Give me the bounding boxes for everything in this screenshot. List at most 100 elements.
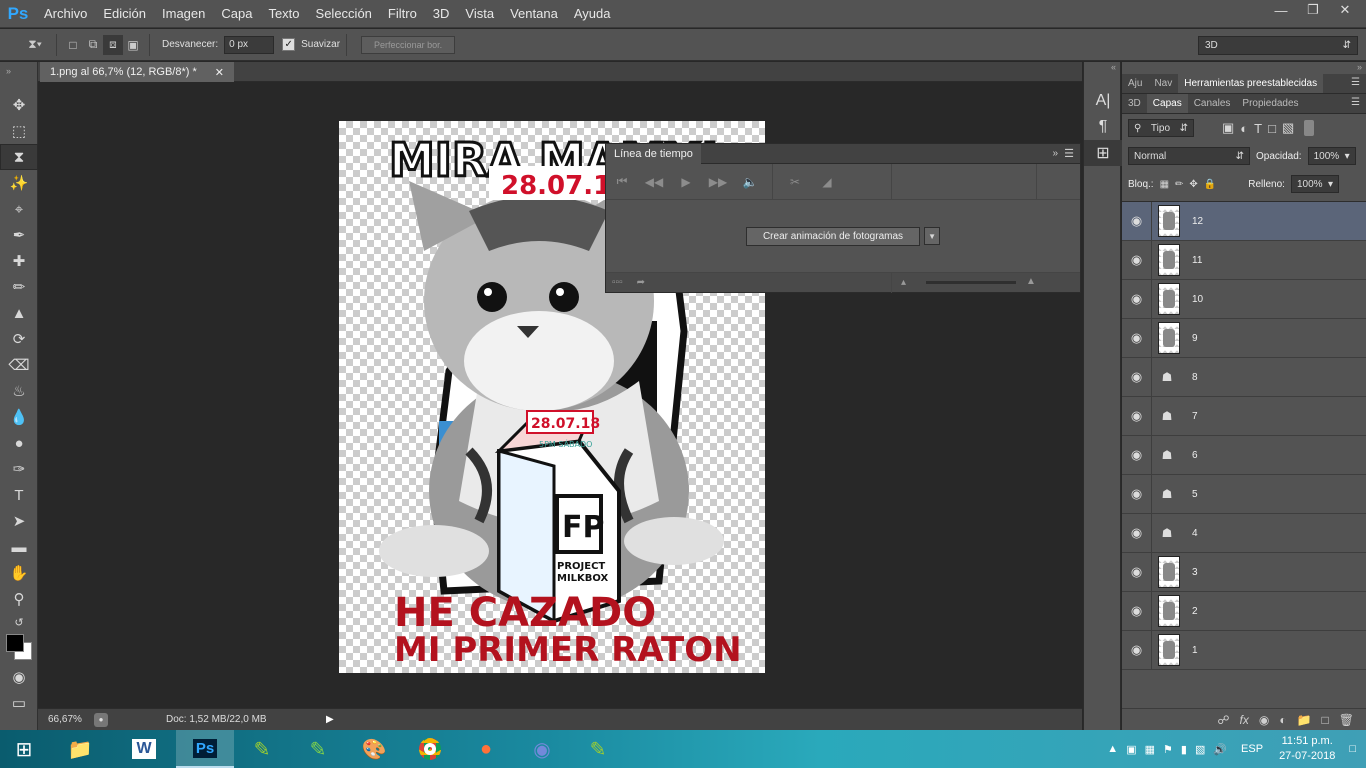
layer-filter-select[interactable]: ⚲ Tipo ⇵ xyxy=(1128,119,1194,137)
swap-colors-icon[interactable]: ↺ xyxy=(0,612,38,632)
tab-3d[interactable]: 3D xyxy=(1122,94,1147,113)
menu-item-7[interactable]: 3D xyxy=(425,0,458,28)
restore-icon[interactable]: ❐ xyxy=(1298,0,1328,20)
hand-tool-icon[interactable]: ✋ xyxy=(0,560,38,586)
visibility-eye-icon[interactable]: ◉ xyxy=(1122,435,1152,475)
paint-bucket-tool-icon[interactable]: ♨ xyxy=(0,378,38,404)
share-icon[interactable]: ● xyxy=(94,712,108,727)
brush-tool-icon[interactable]: ✏ xyxy=(0,274,38,300)
panel-menu-icon[interactable]: ☰ xyxy=(1351,97,1360,108)
corel-app-2-icon[interactable]: ✎ xyxy=(570,730,626,768)
menu-item-6[interactable]: Filtro xyxy=(380,0,425,28)
menu-item-4[interactable]: Texto xyxy=(260,0,307,28)
photoshop-taskbar-icon[interactable]: Ps xyxy=(176,730,234,768)
previous-frame-icon[interactable]: ◀◀ xyxy=(638,175,670,189)
menu-item-2[interactable]: Imagen xyxy=(154,0,213,28)
filter-pixel-icon[interactable]: ▣ xyxy=(1222,120,1234,136)
visibility-eye-icon[interactable]: ◉ xyxy=(1122,591,1152,631)
rectangle-tool-icon[interactable]: ▬ xyxy=(0,534,38,560)
language-indicator[interactable]: ESP xyxy=(1241,743,1263,755)
new-selection-icon[interactable]: □ xyxy=(63,35,83,55)
magic-wand-tool-icon[interactable]: ✨ xyxy=(0,170,38,196)
delete-layer-icon[interactable]: 🗑 xyxy=(1339,713,1354,727)
healing-brush-tool-icon[interactable]: ✚ xyxy=(0,248,38,274)
layer-row[interactable]: ◉ ☗ 5 xyxy=(1122,474,1366,514)
layer-row[interactable]: ◉ 3 xyxy=(1122,552,1366,592)
audio-icon[interactable]: 🔈 xyxy=(734,175,766,189)
tab-layers[interactable]: Capas xyxy=(1146,94,1188,113)
layer-row[interactable]: ◉ 10 xyxy=(1122,279,1366,319)
tab-properties[interactable]: Propiedades xyxy=(1236,94,1304,113)
history-brush-tool-icon[interactable]: ⟳ xyxy=(0,326,38,352)
transition-icon[interactable]: ◢ xyxy=(811,175,843,189)
lock-all-icon[interactable]: 🔒 xyxy=(1204,179,1216,190)
tray-flag-icon[interactable]: ⚑ xyxy=(1163,743,1173,756)
tray-expand-icon[interactable]: ▲ xyxy=(1107,743,1118,755)
filter-adjustment-icon[interactable]: ◐ xyxy=(1240,121,1248,136)
quick-mask-icon[interactable]: ◉ xyxy=(0,664,38,690)
visibility-eye-icon[interactable]: ◉ xyxy=(1122,396,1152,436)
opacity-input[interactable]: 100% ▾ xyxy=(1307,147,1356,165)
timeline-tab[interactable]: Línea de tiempo xyxy=(606,144,701,164)
battery-icon[interactable]: ▮ xyxy=(1181,743,1187,756)
zoom-in-icon[interactable]: ▲ xyxy=(1026,276,1036,287)
tab-adjustments[interactable]: Aju xyxy=(1122,74,1148,93)
layer-row[interactable]: ◉ 12 xyxy=(1122,201,1366,241)
layer-row[interactable]: ◉ 1 xyxy=(1122,630,1366,670)
path-selection-tool-icon[interactable]: ➤ xyxy=(0,508,38,534)
type-tool-icon[interactable]: T xyxy=(0,482,38,508)
layer-row[interactable]: ◉ ☗ 6 xyxy=(1122,435,1366,475)
dock-collapse-icon[interactable]: « xyxy=(1084,62,1120,74)
word-icon[interactable]: W xyxy=(112,730,176,768)
windows-start-icon[interactable]: ⊞ xyxy=(0,730,48,768)
paragraph-panel-icon[interactable]: ¶ xyxy=(1084,114,1122,140)
scissors-icon[interactable]: ✂ xyxy=(779,175,811,189)
convert-icon[interactable]: ➦ xyxy=(637,277,645,288)
eraser-tool-icon[interactable]: ⌫ xyxy=(0,352,38,378)
visibility-eye-icon[interactable]: ◉ xyxy=(1122,318,1152,358)
menu-item-9[interactable]: Ventana xyxy=(502,0,566,28)
tab-navigator[interactable]: Nav xyxy=(1148,74,1178,93)
visibility-eye-icon[interactable]: ◉ xyxy=(1122,630,1152,670)
visibility-eye-icon[interactable]: ◉ xyxy=(1122,357,1152,397)
zoom-out-icon[interactable]: ▴ xyxy=(901,277,906,288)
layer-row[interactable]: ◉ ☗ 8 xyxy=(1122,357,1366,397)
new-layer-icon[interactable]: □ xyxy=(1322,713,1329,727)
polygonal-lasso-preset-icon[interactable]: ⧗▾ xyxy=(20,35,50,55)
filter-smart-object-icon[interactable]: ▧ xyxy=(1282,120,1294,136)
clone-stamp-tool-icon[interactable]: ▲ xyxy=(0,300,38,326)
toolbar-grip-icon[interactable]: » xyxy=(0,62,37,92)
timeline-panel-icon[interactable]: ⊞ xyxy=(1084,140,1122,166)
play-icon[interactable]: ▶ xyxy=(670,175,702,189)
discord-icon[interactable]: ◉ xyxy=(514,730,570,768)
visibility-eye-icon[interactable]: ◉ xyxy=(1122,513,1152,553)
lock-position-icon[interactable]: ✥ xyxy=(1189,179,1197,190)
close-tab-icon[interactable]: ✕ xyxy=(215,66,224,79)
lock-paint-icon[interactable]: ✏ xyxy=(1175,179,1183,190)
collapse-panel-icon[interactable]: » xyxy=(1052,148,1058,159)
clock[interactable]: 11:51 p.m. 27-07-2018 xyxy=(1279,734,1335,764)
visibility-eye-icon[interactable]: ◉ xyxy=(1122,552,1152,592)
visibility-eye-icon[interactable]: ◉ xyxy=(1122,279,1152,319)
crop-tool-icon[interactable]: ⌖ xyxy=(0,196,38,222)
chrome-icon[interactable] xyxy=(402,730,458,768)
filter-shape-icon[interactable]: □ xyxy=(1268,121,1276,136)
layer-row[interactable]: ◉ 9 xyxy=(1122,318,1366,358)
tray-app-icon[interactable]: ▣ xyxy=(1126,743,1136,756)
minimize-icon[interactable]: — xyxy=(1266,0,1296,20)
visibility-eye-icon[interactable]: ◉ xyxy=(1122,240,1152,280)
menu-item-5[interactable]: Selección xyxy=(308,0,380,28)
layer-row[interactable]: ◉ 2 xyxy=(1122,591,1366,631)
subtract-selection-icon[interactable]: ⧈ xyxy=(103,34,123,55)
foreground-color-swatch[interactable] xyxy=(6,634,24,652)
visibility-eye-icon[interactable]: ◉ xyxy=(1122,474,1152,514)
file-explorer-icon[interactable]: 📁 xyxy=(48,730,112,768)
close-icon[interactable]: ✕ xyxy=(1330,0,1360,20)
workspace-select[interactable]: 3D ⇵ xyxy=(1198,36,1358,55)
timeline-zoom-slider[interactable] xyxy=(926,281,1016,284)
pen-tool-icon[interactable]: ✑ xyxy=(0,456,38,482)
menu-item-8[interactable]: Vista xyxy=(457,0,502,28)
fill-input[interactable]: 100% ▾ xyxy=(1290,175,1339,193)
volume-icon[interactable]: 🔊 xyxy=(1213,743,1227,756)
screen-mode-icon[interactable]: ▭ xyxy=(0,690,38,716)
